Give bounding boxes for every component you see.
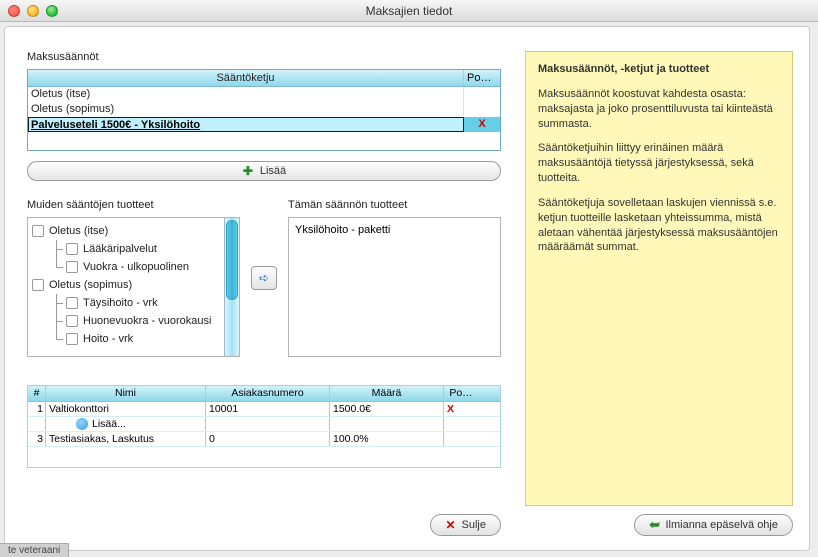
payers-col-num[interactable]: # — [28, 386, 46, 401]
rule-row[interactable]: Oletus (sopimus) — [28, 102, 500, 117]
tree-branch-icon — [50, 294, 64, 312]
window-title: Maksajien tiedot — [0, 4, 818, 18]
other-rules-products-label: Muiden sääntöjen tuotteet — [27, 199, 240, 211]
rules-label: Maksusäännöt — [27, 51, 501, 63]
rules-table: Sääntöketju Po… Oletus (itse) Oletus (so… — [27, 69, 501, 151]
close-button[interactable]: ✕ Sulje — [430, 514, 501, 536]
help-paragraph: Maksusäännöt koostuvat kahdesta osasta: … — [538, 87, 780, 132]
help-panel: Maksusäännöt, -ketjut ja tuotteet Maksus… — [525, 51, 793, 506]
plus-icon: ✚ — [242, 165, 254, 177]
checkbox[interactable] — [66, 315, 78, 327]
this-rule-products-list[interactable]: Yksilöhoito - paketti — [288, 217, 501, 357]
background-tab[interactable]: te veteraani — [0, 543, 69, 557]
this-rule-products-label: Tämän säännön tuotteet — [288, 199, 501, 211]
add-payer-icon[interactable] — [76, 418, 88, 430]
checkbox[interactable] — [32, 279, 44, 291]
list-item[interactable]: Yksilöhoito - paketti — [295, 224, 494, 236]
tree-item[interactable]: Huonevuokra - vuorokausi — [46, 312, 222, 330]
payers-col-asnum[interactable]: Asiakasnumero — [206, 386, 330, 401]
titlebar: Maksajien tiedot — [0, 0, 818, 22]
rules-col-chain[interactable]: Sääntöketju — [28, 70, 464, 86]
rule-row[interactable]: Oletus (itse) — [28, 87, 500, 102]
arrow-right-icon: ➪ — [259, 271, 269, 285]
empty-rows — [28, 447, 500, 467]
tree-branch-icon — [50, 330, 64, 348]
report-icon: ➥ — [649, 517, 660, 533]
checkbox[interactable] — [66, 243, 78, 255]
delete-rule-icon[interactable]: X — [464, 117, 500, 132]
payers-table: # Nimi Asiakasnumero Määrä Po… 1 Valtiok… — [27, 385, 501, 468]
help-paragraph: Sääntöketjuihin liittyy erinäinen määrä … — [538, 141, 780, 186]
checkbox[interactable] — [66, 333, 78, 345]
checkbox[interactable] — [66, 297, 78, 309]
tree-item[interactable]: Lääkäripalvelut — [46, 240, 222, 258]
tree-branch-icon — [50, 258, 64, 276]
tree-branch-icon — [50, 240, 64, 258]
help-title: Maksusäännöt, -ketjut ja tuotteet — [538, 62, 780, 77]
tree-item[interactable]: Vuokra - ulkopuolinen — [46, 258, 222, 276]
delete-payer-icon[interactable]: X — [444, 402, 478, 416]
payer-add-row[interactable]: Lisää... — [28, 417, 500, 432]
help-paragraph: Sääntöketjuja sovelletaan laskujen vienn… — [538, 196, 780, 255]
tree-item[interactable]: Täysihoito - vrk — [46, 294, 222, 312]
add-rule-button[interactable]: ✚ Lisää — [27, 161, 501, 181]
rules-col-po[interactable]: Po… — [464, 70, 500, 86]
payer-row[interactable]: 3 Testiasiakas, Laskutus 0 100.0% — [28, 432, 500, 447]
checkbox[interactable] — [66, 261, 78, 273]
report-unclear-guide-button[interactable]: ➥ Ilmianna epäselvä ohje — [634, 514, 793, 536]
payers-col-amount[interactable]: Määrä — [330, 386, 444, 401]
move-right-button[interactable]: ➪ — [251, 266, 277, 290]
other-rules-tree: Oletus (itse) Lääkäripalvelut Vuokra - u… — [27, 217, 240, 357]
payer-row[interactable]: 1 Valtiokonttori 10001 1500.0€ X — [28, 402, 500, 417]
tree-item[interactable]: Hoito - vrk — [46, 330, 222, 348]
tree-group[interactable]: Oletus (sopimus) — [30, 276, 222, 294]
scrollbar[interactable] — [224, 218, 239, 356]
rule-row-selected[interactable]: Palveluseteli 1500€ - Yksilöhoito X — [28, 117, 500, 132]
checkbox[interactable] — [32, 225, 44, 237]
window-content: Maksusäännöt Sääntöketju Po… Oletus (its… — [4, 26, 810, 551]
tree-branch-icon — [50, 312, 64, 330]
tree-group[interactable]: Oletus (itse) — [30, 222, 222, 240]
x-icon: ✕ — [445, 518, 455, 532]
scrollbar-thumb[interactable] — [226, 220, 238, 300]
payers-col-po[interactable]: Po… — [444, 386, 478, 401]
payers-col-name[interactable]: Nimi — [46, 386, 206, 401]
